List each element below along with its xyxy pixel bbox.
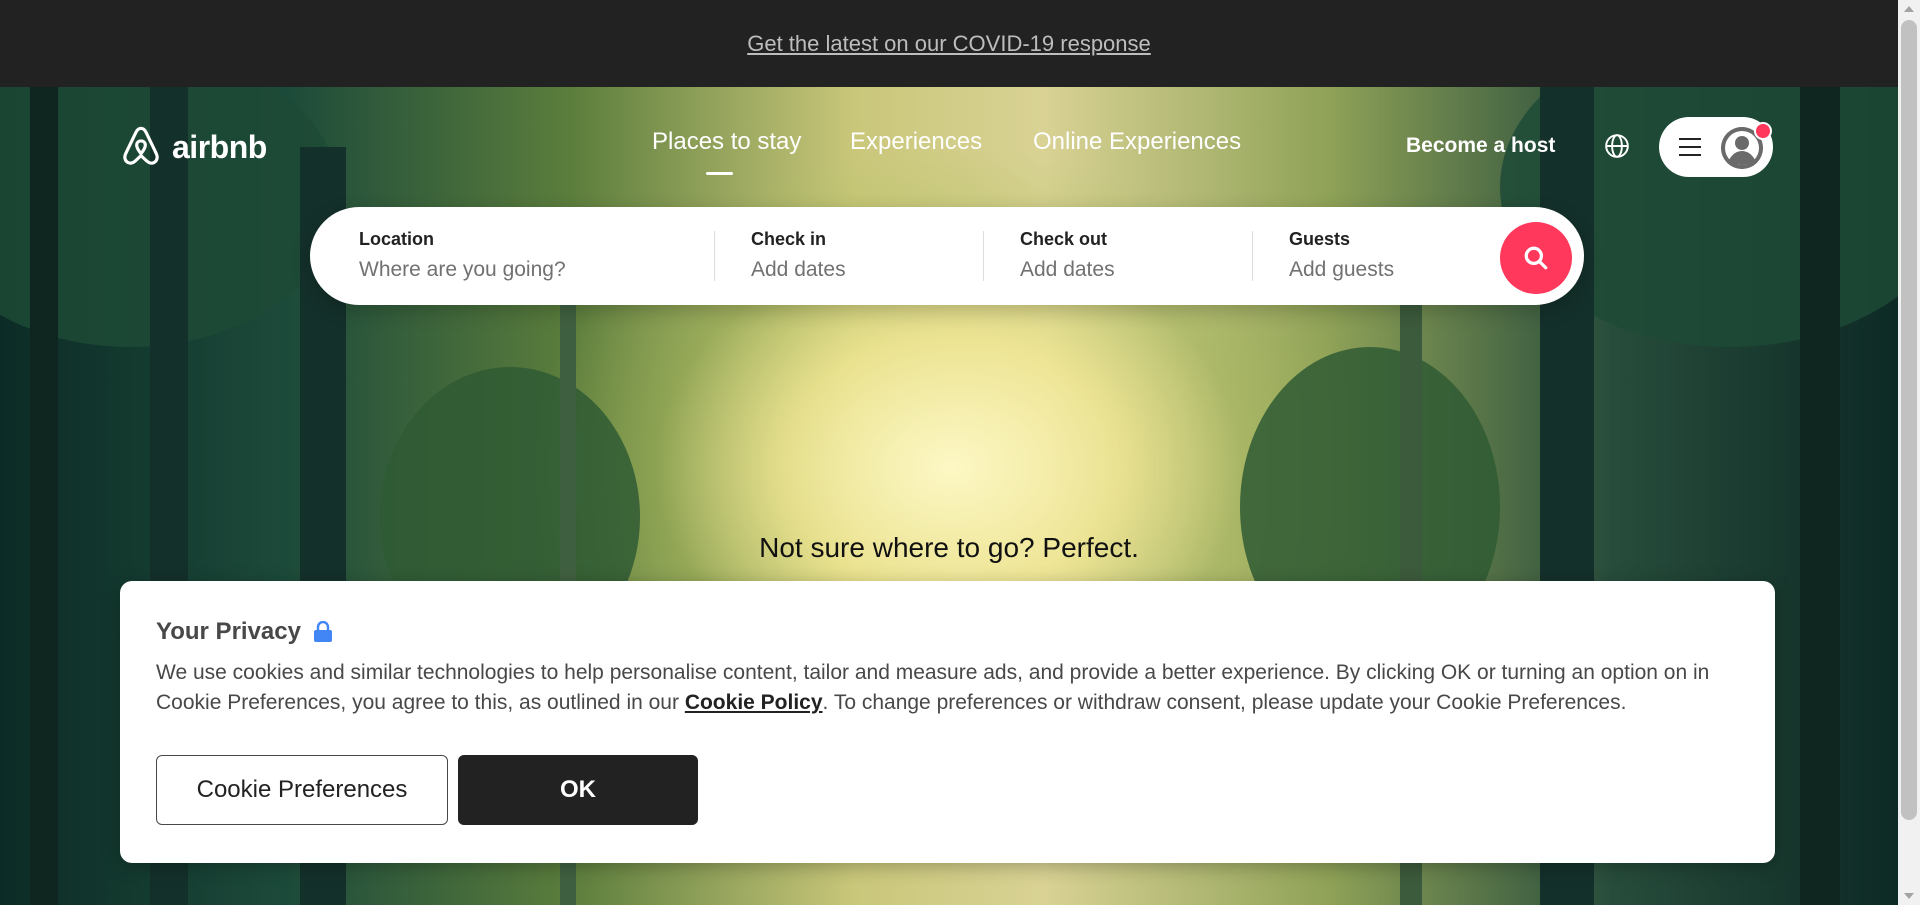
ok-button[interactable]: OK <box>458 755 698 825</box>
cookie-preferences-button[interactable]: Cookie Preferences <box>156 755 448 825</box>
check-out-label: Check out <box>1020 229 1108 249</box>
privacy-dialog: Your Privacy We use cookies and similar … <box>120 581 1775 863</box>
location-label: Location <box>359 229 434 249</box>
divider <box>714 231 715 281</box>
guests-label: Guests <box>1289 229 1351 249</box>
covid-banner: Get the latest on our COVID-19 response <box>0 0 1898 87</box>
brand-name: airbnb <box>172 128 267 165</box>
guests-placeholder: Add guests <box>1289 258 1395 281</box>
guests-field[interactable]: Guests Add guests <box>1289 229 1489 282</box>
hero-tagline: Not sure where to go? Perfect. <box>759 532 1139 563</box>
location-placeholder: Where are you going? <box>359 258 566 281</box>
hamburger-icon <box>1679 138 1701 162</box>
location-field[interactable]: Location Where are you going? <box>359 229 689 282</box>
divider <box>1252 231 1253 281</box>
scroll-up-arrow[interactable] <box>1904 6 1914 12</box>
active-tab-indicator <box>706 172 733 175</box>
cookie-policy-link[interactable]: Cookie Policy <box>685 691 823 714</box>
check-out-placeholder: Add dates <box>1020 258 1115 281</box>
covid-response-link[interactable]: Get the latest on our COVID-19 response <box>747 31 1151 57</box>
privacy-text-part: . To change preferences or withdraw cons… <box>822 691 1627 714</box>
lock-icon <box>313 621 332 642</box>
vertical-scrollbar[interactable] <box>1898 0 1920 905</box>
privacy-title-text: Your Privacy <box>156 618 301 645</box>
tab-online-experiences[interactable]: Online Experiences <box>1033 128 1241 156</box>
tree-trunk <box>1800 87 1840 905</box>
privacy-title: Your Privacy <box>156 618 333 646</box>
page: Get the latest on our COVID-19 response … <box>0 0 1898 905</box>
divider <box>983 231 984 281</box>
airbnb-belo-icon <box>123 126 159 165</box>
search-icon <box>1524 246 1548 270</box>
airbnb-logo[interactable]: airbnb <box>118 123 267 171</box>
user-menu-button[interactable] <box>1659 117 1773 177</box>
tab-experiences[interactable]: Experiences <box>850 128 982 156</box>
check-in-field[interactable]: Check in Add dates <box>751 229 971 282</box>
check-in-label: Check in <box>751 229 827 249</box>
scrollbar-thumb[interactable] <box>1901 20 1917 820</box>
search-bar: Location Where are you going? Check in A… <box>310 207 1584 305</box>
check-out-field[interactable]: Check out Add dates <box>1020 229 1240 282</box>
globe-icon[interactable] <box>1604 133 1630 159</box>
tab-places-to-stay[interactable]: Places to stay <box>652 128 801 156</box>
privacy-text: We use cookies and similar technologies … <box>156 658 1741 718</box>
scroll-down-arrow[interactable] <box>1904 893 1914 899</box>
notification-dot <box>1754 122 1772 140</box>
tree-trunk <box>30 87 58 905</box>
search-button[interactable] <box>1500 222 1572 294</box>
become-host-link[interactable]: Become a host <box>1406 134 1555 158</box>
check-in-placeholder: Add dates <box>751 258 846 281</box>
